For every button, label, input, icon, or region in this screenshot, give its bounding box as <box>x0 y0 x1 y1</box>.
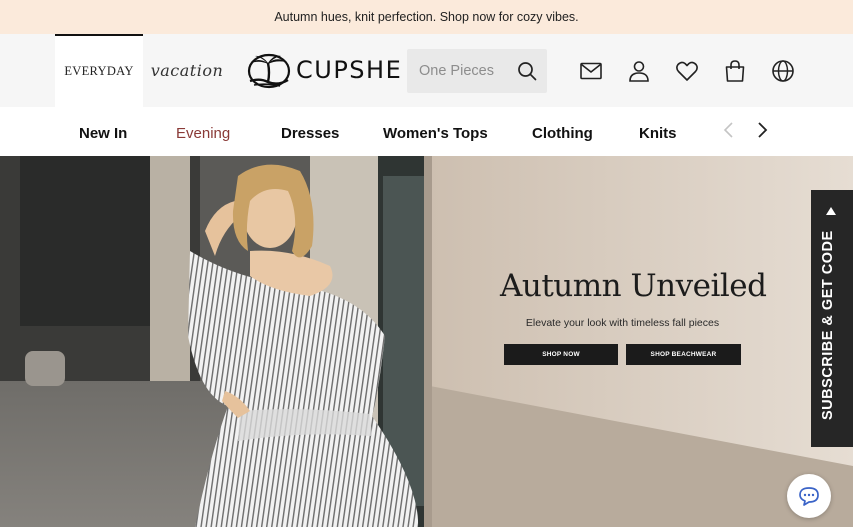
brand-logo[interactable]: CUPSHE <box>246 50 402 90</box>
nav-next-arrow-icon[interactable] <box>755 121 769 139</box>
nav-item-evening[interactable]: Evening <box>176 125 230 142</box>
nav-item-knits[interactable]: Knits <box>639 125 677 142</box>
subscribe-tab[interactable]: SUBSCRIBE & GET CODE <box>811 190 853 447</box>
palm-tree-logo-icon <box>247 53 291 89</box>
chat-button[interactable] <box>787 474 831 518</box>
wishlist-heart-icon[interactable] <box>675 59 699 83</box>
search-box[interactable] <box>407 49 547 93</box>
category-nav: New In Evening Dresses Women's Tops Clot… <box>0 107 853 156</box>
nav-item-new-in[interactable]: New In <box>79 125 127 142</box>
shop-now-button[interactable]: SHOP NOW <box>504 344 618 365</box>
subscribe-label: SUBSCRIBE & GET CODE <box>820 230 836 420</box>
triangle-up-icon <box>826 207 836 215</box>
promo-bar[interactable]: Autumn hues, knit perfection. Shop now f… <box>0 0 853 34</box>
search-input[interactable] <box>419 63 515 79</box>
nav-item-clothing[interactable]: Clothing <box>532 125 593 142</box>
hero-photo <box>0 156 853 527</box>
nav-prev-arrow-icon[interactable] <box>722 121 736 139</box>
brand-name: CUPSHE <box>296 56 403 84</box>
shopping-bag-icon[interactable] <box>723 59 747 83</box>
mode-tab-vacation[interactable]: vacation <box>143 34 231 107</box>
hero-title: Autumn Unveiled <box>500 268 767 304</box>
hero-banner[interactable]: Autumn Unveiled Elevate your look with t… <box>0 156 853 527</box>
mail-icon[interactable] <box>579 59 603 83</box>
header: EVERYDAY vacation CUPSHE <box>0 34 853 107</box>
nav-item-dresses[interactable]: Dresses <box>281 125 339 142</box>
mode-tab-everyday[interactable]: EVERYDAY <box>55 34 143 107</box>
chat-bubble-icon <box>799 487 819 506</box>
promo-text[interactable]: Autumn hues, knit perfection. Shop now f… <box>274 10 578 24</box>
account-icon[interactable] <box>627 59 651 83</box>
nav-item-womens-tops[interactable]: Women's Tops <box>383 125 488 142</box>
search-icon[interactable] <box>517 61 537 81</box>
globe-icon[interactable] <box>771 59 795 83</box>
shop-beachwear-button[interactable]: SHOP BEACHWEAR <box>626 344 741 365</box>
hero-subtitle: Elevate your look with timeless fall pie… <box>525 317 720 329</box>
